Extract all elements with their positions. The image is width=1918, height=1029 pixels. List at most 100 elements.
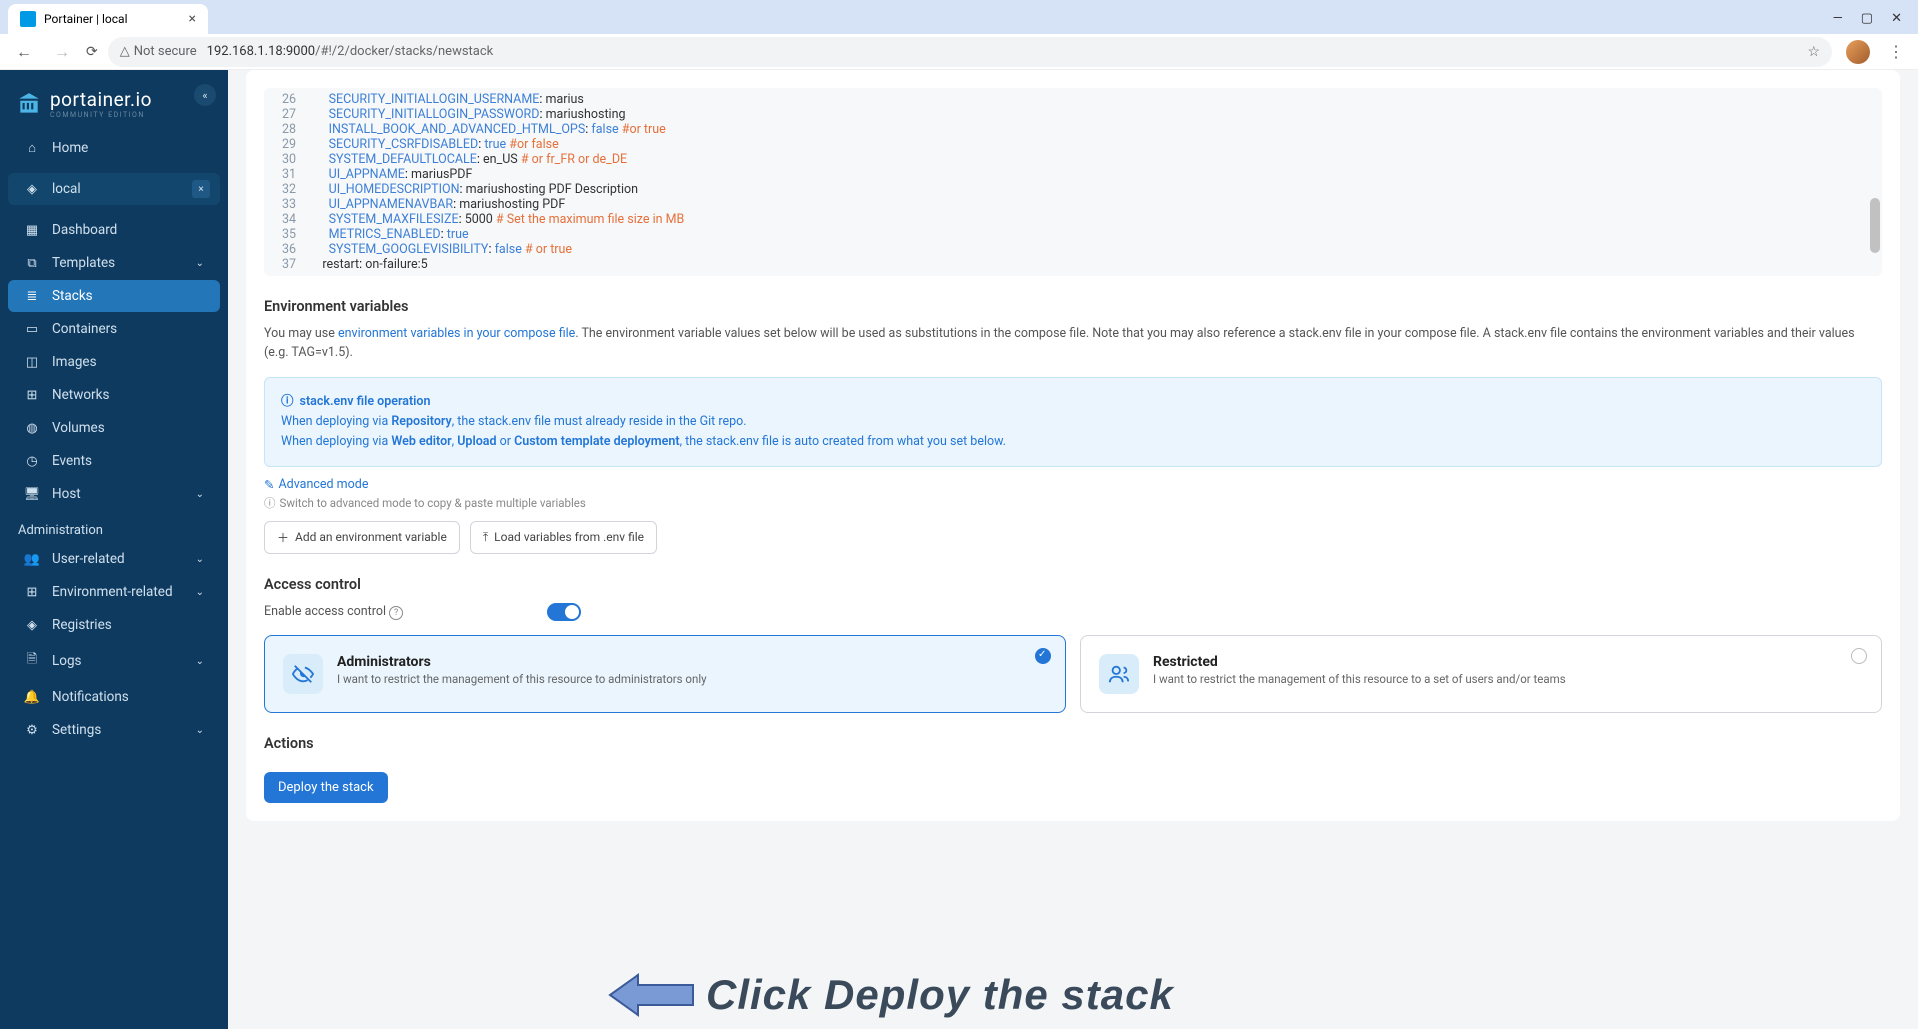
portainer-logo-icon (16, 91, 42, 117)
browser-menu-icon[interactable]: ⋮ (1884, 38, 1908, 65)
nav-icon: ◫ (24, 355, 40, 370)
nav-icon: ▭ (24, 322, 40, 337)
nav-icon: 🗎 (24, 650, 40, 672)
tab-favicon (20, 11, 36, 27)
sidebar-admin-header: Administration (0, 511, 228, 542)
unselected-radio-icon (1851, 648, 1867, 664)
access-restricted-desc: I want to restrict the management of thi… (1153, 672, 1566, 686)
env-vars-doc-link[interactable]: environment variables in your compose fi… (338, 326, 575, 341)
sidebar-item-label: Images (52, 354, 97, 370)
sidebar-admin-settings[interactable]: ⚙Settings⌄ (8, 714, 220, 746)
selected-check-icon (1035, 648, 1051, 664)
profile-avatar[interactable] (1846, 40, 1870, 64)
sidebar-item-label: Settings (52, 722, 101, 738)
logo-edition: COMMUNITY EDITION (50, 111, 152, 119)
browser-toolbar: ← → ⟳ △ Not secure 192.168.1.18:9000/#!/… (0, 34, 1918, 70)
sidebar-item-templates[interactable]: ⧉Templates⌄ (8, 247, 220, 279)
nav-icon: 👥 (24, 552, 40, 567)
sidebar-admin-logs[interactable]: 🗎Logs⌄ (8, 642, 220, 680)
reload-icon[interactable]: ⟳ (86, 44, 98, 60)
sidebar-admin-environment-related[interactable]: ⊞ Environment-related ⌄ (8, 576, 220, 608)
sidebar-item-label: Dashboard (52, 222, 117, 238)
editor-line: 28 INSTALL_BOOK_AND_ADVANCED_HTML_OPS: f… (264, 122, 1882, 137)
nav-icon: ≣ (24, 289, 40, 304)
sidebar-item-events[interactable]: ◷Events (8, 445, 220, 477)
sidebar-admin-notifications[interactable]: 🔔Notifications (8, 681, 220, 713)
add-env-var-button[interactable]: ＋ Add an environment variable (264, 521, 460, 554)
chevron-down-icon: ⌄ (196, 587, 204, 598)
editor-line: 26 SECURITY_INITIALLOGIN_USERNAME: mariu… (264, 92, 1882, 107)
sidebar-item-host[interactable]: 🖥Host⌄ (8, 478, 220, 510)
nav-icon: ◈ (24, 618, 40, 633)
nav-icon: ⊞ (24, 585, 40, 600)
sidebar-environment[interactable]: ◈ local × (8, 173, 220, 205)
info-icon: ⓘ (281, 392, 294, 412)
docker-icon: ◈ (24, 182, 40, 197)
access-control-toggle[interactable] (547, 603, 581, 621)
eye-off-icon (283, 654, 323, 694)
sidebar-admin-user-related[interactable]: 👥User-related⌄ (8, 543, 220, 575)
url-text: 192.168.1.18:9000/#!/2/docker/stacks/new… (207, 44, 494, 59)
sidebar-item-label: Containers (52, 321, 117, 337)
sidebar-item-label: Home (52, 140, 88, 156)
sidebar-item-label: Templates (52, 255, 115, 271)
security-indicator[interactable]: △ Not secure (120, 44, 197, 59)
nav-icon: 🖥 (24, 487, 40, 502)
sidebar-collapse-icon[interactable]: « (194, 84, 216, 106)
deploy-stack-button[interactable]: Deploy the stack (264, 772, 388, 803)
minimize-icon[interactable]: — (1833, 11, 1843, 26)
load-env-file-button[interactable]: ⤒ Load variables from .env file (470, 521, 657, 554)
sidebar-item-label: Events (52, 453, 92, 469)
tab-close-icon[interactable]: × (189, 11, 196, 27)
arrow-icon (608, 971, 698, 1019)
sidebar-item-stacks[interactable]: ≣ Stacks (8, 280, 220, 312)
access-option-restricted[interactable]: Restricted I want to restrict the manage… (1080, 635, 1882, 713)
editor-line: 37 restart: on-failure:5 (264, 257, 1882, 272)
editor-line: 27 SECURITY_INITIALLOGIN_PASSWORD: mariu… (264, 107, 1882, 122)
chevron-down-icon: ⌄ (196, 554, 204, 565)
browser-tab[interactable]: Portainer | local × (8, 4, 208, 34)
sidebar-item-label: Stacks (52, 288, 93, 304)
environment-name: local (52, 181, 81, 197)
sidebar-item-label: Logs (52, 653, 82, 669)
tab-title: Portainer | local (44, 12, 128, 26)
sidebar-item-home[interactable]: ⌂ Home (8, 132, 220, 164)
sidebar-item-label: Environment-related (52, 584, 173, 600)
logo: portainer.io COMMUNITY EDITION « (0, 70, 228, 131)
close-env-icon[interactable]: × (192, 180, 210, 198)
nav-icon: ⊞ (24, 388, 40, 403)
sidebar-item-containers[interactable]: ▭ Containers (8, 313, 220, 345)
code-editor[interactable]: 26 SECURITY_INITIALLOGIN_USERNAME: mariu… (264, 88, 1882, 276)
address-bar[interactable]: △ Not secure 192.168.1.18:9000/#!/2/dock… (108, 37, 1832, 67)
bookmark-icon[interactable]: ☆ (1807, 44, 1820, 60)
advanced-mode-link[interactable]: ✎ Advanced mode (264, 477, 368, 493)
sidebar-item-label: Notifications (52, 689, 129, 705)
editor-line: 34 SYSTEM_MAXFILESIZE: 5000 # Set the ma… (264, 212, 1882, 227)
window-controls: — ▢ ✕ (1833, 11, 1918, 34)
maximize-icon[interactable]: ▢ (1861, 11, 1873, 26)
editor-line: 29 SECURITY_CSRFDISABLED: true #or false (264, 137, 1882, 152)
actions-title: Actions (264, 735, 1882, 752)
access-control-title: Access control (264, 576, 1882, 593)
env-vars-title: Environment variables (264, 298, 1882, 315)
access-option-administrators[interactable]: Administrators I want to restrict the ma… (264, 635, 1066, 713)
nav-back-icon[interactable]: ← (10, 38, 38, 66)
sidebar: portainer.io COMMUNITY EDITION « ⌂ Home … (0, 70, 228, 1029)
sidebar-item-images[interactable]: ◫ Images (8, 346, 220, 378)
nav-forward-icon[interactable]: → (48, 38, 76, 66)
stack-env-info: ⓘ stack.env file operation When deployin… (264, 377, 1882, 467)
sidebar-item-label: Volumes (52, 420, 105, 436)
users-icon (1099, 654, 1139, 694)
access-admin-desc: I want to restrict the management of thi… (337, 672, 707, 686)
editor-line: 33 UI_APPNAMENAVBAR: mariushosting PDF (264, 197, 1882, 212)
sidebar-item-volumes[interactable]: ◍Volumes (8, 412, 220, 444)
nav-icon: ⚙ (24, 723, 40, 738)
sidebar-item-networks[interactable]: ⊞Networks (8, 379, 220, 411)
enable-access-label: Enable access control ? (264, 604, 403, 620)
sidebar-admin-registries[interactable]: ◈Registries (8, 609, 220, 641)
close-window-icon[interactable]: ✕ (1891, 11, 1902, 26)
sidebar-item-label: Host (52, 486, 81, 502)
sidebar-item-dashboard[interactable]: ▦Dashboard (8, 214, 220, 246)
editor-scrollbar[interactable] (1870, 198, 1880, 253)
help-icon[interactable]: ? (389, 606, 403, 620)
